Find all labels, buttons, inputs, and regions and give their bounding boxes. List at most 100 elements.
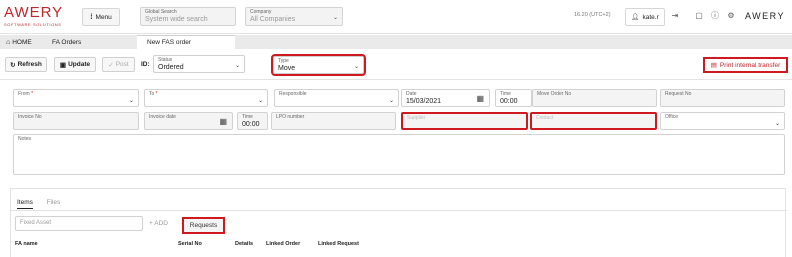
brand-right: AWERY (745, 11, 786, 21)
column-header: FA name (15, 241, 38, 247)
logo-tagline: SOFTWARE SOLUTIONS (4, 22, 62, 27)
lpo-number-label: LPO number (276, 114, 305, 120)
office-label: Office (665, 114, 678, 120)
request-no-field[interactable]: Request No (660, 89, 785, 107)
chevron-down-icon: ⌄ (774, 121, 780, 127)
divider (11, 210, 787, 211)
tab-items[interactable]: Items (17, 199, 33, 209)
status-value: Ordered (158, 64, 184, 71)
column-header: Serial No (178, 241, 202, 247)
tab-home-label: HOME (12, 38, 32, 46)
refresh-label: Refresh (17, 61, 42, 68)
id-label: ID: (141, 61, 150, 68)
move-order-no-label: Move Order No (537, 91, 572, 97)
global-search-input[interactable]: Global Search System wide search (140, 7, 236, 26)
menu-button[interactable]: ⁞ Menu (82, 8, 120, 26)
notes-textarea[interactable]: Notes (13, 134, 785, 175)
pdf-icon: ▤ (710, 62, 717, 69)
global-search-placeholder: System wide search (145, 16, 208, 23)
info-icon[interactable]: ⓘ (710, 11, 720, 21)
user-button[interactable]: 👤︎ kate.r (625, 8, 665, 26)
chevron-down-icon: ⌄ (388, 98, 394, 104)
from-select[interactable]: From * ⌄ (13, 89, 139, 107)
tab-files[interactable]: Files (47, 199, 61, 206)
home-icon: ⌂ (6, 38, 11, 46)
user-name: kate.r (642, 13, 659, 21)
user-icon: 👤︎ (631, 14, 640, 21)
chevron-down-icon: ⌄ (128, 98, 134, 104)
menu-label: Menu (95, 13, 112, 21)
chevron-down-icon: ⌄ (332, 15, 338, 21)
settings-icon[interactable]: ⚙ (726, 11, 736, 21)
check-icon: ✓ (108, 61, 114, 69)
time-field[interactable]: Time 00:00 (495, 89, 532, 107)
post-label: Post (115, 61, 129, 68)
chevron-down-icon: ⌄ (234, 63, 240, 69)
required-mark: * (31, 91, 34, 97)
tab-home[interactable]: ⌂ HOME (2, 35, 36, 49)
awery-logo[interactable]: AWERY SOFTWARE SOLUTIONS (4, 5, 68, 31)
date-field[interactable]: Date 15/03/2021 ▦ (401, 89, 490, 107)
version-text: 16.20 (UTC+2) (574, 12, 611, 18)
update-button[interactable]: ▣ Update (54, 57, 96, 72)
company-value: All Companies (250, 16, 296, 23)
column-header: Linked Request (318, 241, 359, 247)
tab-fa-orders-label: FA Orders (52, 38, 82, 46)
refresh-icon: ↻ (10, 61, 16, 69)
lpo-number-field[interactable]: LPO number (271, 112, 396, 130)
update-label: Update (68, 61, 91, 68)
top-header: AWERY SOFTWARE SOLUTIONS ⁞ Menu Global S… (0, 0, 792, 34)
invoice-no-field[interactable]: Invoice No (13, 112, 139, 130)
supplier-label: Supplier (407, 115, 426, 121)
supplier-field[interactable]: Supplier (401, 112, 528, 130)
order-form: From * ⌄ To * ⌄ Responsible ⌄ Date 15/03… (10, 86, 786, 178)
invoice-time-value: 00:00 (242, 121, 260, 128)
date-value: 15/03/2021 (406, 98, 442, 105)
company-select[interactable]: Company All Companies ⌄ (245, 7, 343, 26)
to-select[interactable]: To * ⌄ (144, 89, 268, 107)
type-value: Move (278, 65, 296, 72)
logout-icon[interactable]: ⇥ (670, 11, 680, 21)
status-select[interactable]: Status Ordered ⌄ (153, 55, 245, 73)
request-no-label: Request No (665, 91, 692, 97)
responsible-label: Responsible (279, 91, 307, 97)
column-header: Details (235, 241, 254, 247)
notes-label: Notes (18, 136, 32, 142)
save-icon: ▣ (59, 61, 67, 69)
fixed-asset-input[interactable]: Fixed Asset (15, 216, 143, 231)
toolbar: ↻ Refresh ▣ Update ✓ Post ID: Status Ord… (0, 50, 792, 80)
nav-tabs: ⌂ HOME FA Orders New FAS order (0, 35, 792, 49)
tab-fa-orders[interactable]: FA Orders (48, 35, 85, 49)
post-button[interactable]: ✓ Post (102, 57, 135, 72)
menu-icon: ⁞ (90, 13, 93, 21)
type-select[interactable]: Type Move ⌄ (271, 54, 366, 76)
required-mark: * (155, 91, 158, 97)
calendar-icon[interactable]: ▦ (476, 94, 484, 103)
refresh-button[interactable]: ↻ Refresh (5, 57, 47, 72)
add-button[interactable]: + ADD (149, 220, 168, 227)
invoice-date-label: Invoice date (149, 114, 176, 120)
time-value: 00:00 (500, 98, 518, 105)
column-header: Linked Order (266, 241, 301, 247)
chevron-down-icon: ⌄ (353, 64, 359, 70)
invoice-time-field[interactable]: Time 00:00 (237, 112, 268, 130)
print-internal-transfer-button[interactable]: ▤ Print internal transfer (703, 57, 788, 73)
contact-label: Contact (536, 115, 554, 121)
contact-field[interactable]: Contact (530, 112, 657, 130)
logo-word: AWERY (4, 4, 64, 21)
chevron-down-icon: ⌄ (257, 98, 263, 104)
responsible-select[interactable]: Responsible ⌄ (274, 89, 399, 107)
chat-icon[interactable]: ▢ (694, 11, 704, 21)
items-tabs: Items Files (17, 199, 72, 209)
calendar-icon[interactable]: ▦ (219, 117, 227, 126)
tab-new-fas-order[interactable]: New FAS order (137, 35, 235, 49)
tab-new-order-label: New FAS order (147, 39, 192, 46)
invoice-date-field[interactable]: Invoice date ▦ (144, 112, 233, 130)
office-select[interactable]: Office ⌄ (660, 112, 785, 130)
requests-button[interactable]: Requests (182, 217, 225, 234)
move-order-no-field[interactable]: Move Order No (532, 89, 657, 107)
invoice-no-label: Invoice No (18, 114, 42, 120)
from-label: From (18, 91, 30, 97)
items-panel: Items Files Fixed Asset + ADD Requests F… (10, 188, 787, 257)
to-label: To (149, 91, 155, 97)
